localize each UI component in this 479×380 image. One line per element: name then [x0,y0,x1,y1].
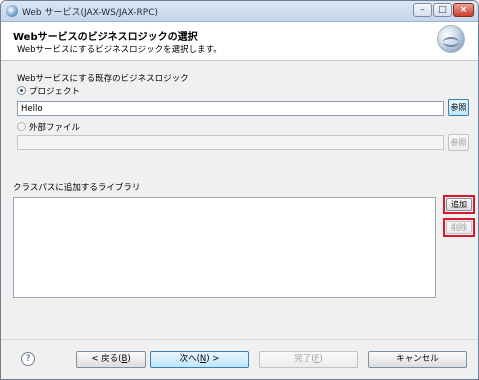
finish-button-label: 完了( [294,354,315,364]
wizard-window: Web サービス(JAX-WS/JAX-RPC) – □ × Webサービスのビ… [0,0,479,380]
title-bar[interactable]: Web サービス(JAX-WS/JAX-RPC) – □ × [1,1,478,22]
web-service-icon [6,5,18,17]
globe-icon [437,25,465,53]
help-icon[interactable]: ? [21,352,35,366]
classpath-list[interactable] [13,197,436,298]
project-field[interactable] [17,101,444,116]
external-file-field[interactable] [17,135,444,150]
add-library-button[interactable]: 追加 [446,198,472,211]
project-browse-button[interactable]: 参照 [448,99,469,116]
back-button[interactable]: < 戻る(B) [76,351,146,368]
minimize-button[interactable]: – [413,3,432,17]
close-button[interactable]: × [453,3,474,17]
remove-library-button[interactable]: 削除 [446,221,472,234]
finish-button[interactable]: 完了(F) [259,351,358,368]
next-button-label: 次へ( [179,354,200,364]
source-group-label: Webサービスにする既存のビジネスロジック [17,74,189,84]
external-file-radio-label[interactable]: 外部ファイル [29,121,80,133]
back-button-label: < 戻る( [91,354,122,364]
wizard-header: Webサービスのビジネスロジックの選択 Webサービスにするビジネスロジックを選… [1,22,478,61]
back-button-tail: ) [127,354,131,364]
project-radio[interactable] [17,86,26,95]
page-title: Webサービスのビジネスロジックの選択 [13,32,198,43]
page-description: Webサービスにするビジネスロジックを選択します。 [17,45,222,55]
next-button[interactable]: 次へ(N) > [150,351,249,368]
window-title: Web サービス(JAX-WS/JAX-RPC) [22,8,158,18]
wizard-footer: ? < 戻る(B) 次へ(N) > 完了(F) キャンセル [1,339,478,379]
external-browse-button[interactable]: 参照 [448,134,469,151]
next-button-tail: ) > [206,354,220,364]
wizard-content: Webサービスにする既存のビジネスロジック プロジェクト 参照 外部ファイル 参… [1,61,478,339]
project-radio-label[interactable]: プロジェクト [29,85,80,97]
external-file-radio[interactable] [17,122,26,131]
cancel-button[interactable]: キャンセル [368,351,467,368]
classpath-label: クラスパスに追加するライブラリ [13,183,141,193]
finish-button-tail: ) [319,354,323,364]
maximize-button[interactable]: □ [433,3,452,17]
